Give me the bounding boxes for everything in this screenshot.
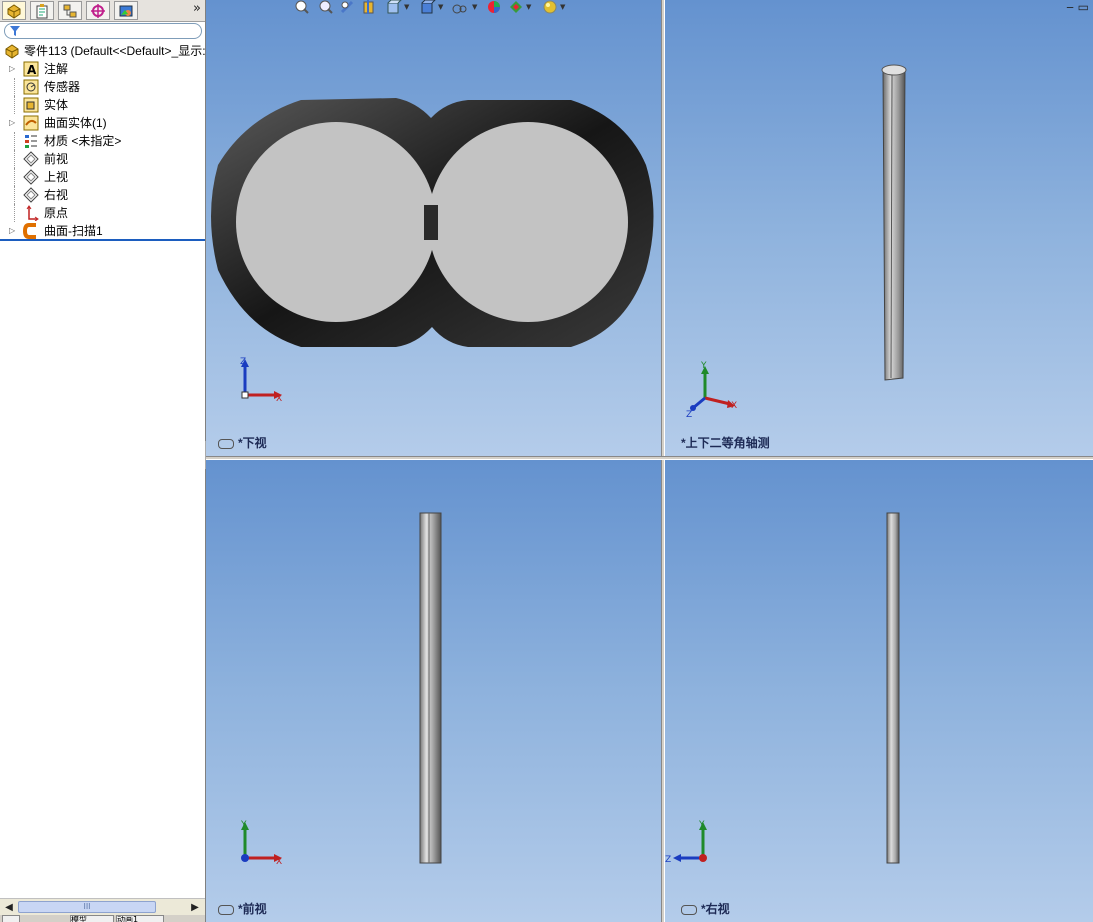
feature-manager-panel: » 零件113 (Default<<Default>_显示: ▷ A 注解 传感… [0, 0, 206, 922]
expand-arrow-icon[interactable]: ▷ [9, 60, 15, 78]
axis-triad: Y Z [665, 820, 707, 865]
scroll-thumb[interactable]: III [18, 901, 156, 913]
triad-right-label: X [731, 401, 737, 411]
tree-item-solid-bodies[interactable]: 实体 [0, 96, 205, 114]
tree-item-right-plane[interactable]: 右视 [0, 186, 205, 204]
property-icon [36, 4, 48, 19]
expand-arrow-icon[interactable]: ▷ [9, 114, 15, 132]
feature-filter-input[interactable] [4, 23, 202, 39]
tree-root-part[interactable]: 零件113 (Default<<Default>_显示: [0, 42, 206, 60]
plane-icon [23, 169, 39, 185]
right-view-model [886, 512, 900, 864]
feature-manager-tab[interactable] [2, 1, 26, 20]
viewport-label: *右视 [681, 900, 730, 917]
tree-item-sensors[interactable]: 传感器 [0, 78, 205, 96]
tab-animation[interactable]: 动画1 [116, 915, 164, 922]
link-views-icon[interactable] [218, 904, 234, 915]
triad-up-label: Y [698, 820, 705, 830]
viewport-bottom-view[interactable]: Z X *下视 ▼ ▼ ▼ ▼ ▼ [206, 0, 661, 456]
front-view-model [419, 512, 442, 864]
scroll-right-icon[interactable]: ▶ [188, 901, 202, 914]
axis-triad: Y X [240, 820, 282, 867]
isometric-view-model [881, 64, 907, 381]
axis-triad: Y X Z [686, 361, 737, 420]
viewport-right-view[interactable]: Y Z *右视 [665, 460, 1093, 922]
triad-right-label: X [276, 394, 282, 404]
section-view-icon[interactable] [362, 0, 378, 14]
tree-item-top-plane[interactable]: 上视 [0, 168, 205, 186]
display-manager-icon [119, 5, 133, 17]
display-style-icon[interactable] [420, 0, 436, 14]
viewport-label: *前视 [218, 900, 267, 917]
property-manager-tab[interactable] [30, 1, 54, 20]
dimxpert-manager-tab[interactable] [86, 1, 110, 20]
tree-item-label: 曲面-扫描1 [44, 224, 103, 238]
tree-item-label: 传感器 [44, 80, 81, 94]
annotations-icon: A [23, 61, 39, 77]
feature-manager-tabs: » [0, 0, 205, 22]
apply-scene-icon[interactable] [508, 0, 524, 14]
expand-arrow-icon[interactable]: ▷ [9, 222, 15, 240]
viewport-label: *上下二等角轴测 [681, 436, 770, 450]
surface-sweep-icon [23, 223, 36, 239]
viewport-front-view[interactable]: Y X *前视 [206, 460, 661, 922]
view-orientation-icon[interactable] [386, 0, 402, 14]
tab-nav[interactable] [2, 915, 20, 922]
triad-left-label: Z [665, 855, 671, 865]
view-settings-icon[interactable] [542, 0, 558, 14]
tree-item-label: 上视 [44, 170, 69, 184]
surface-bodies-icon [23, 115, 39, 131]
part-icon [7, 4, 21, 19]
filter-icon [10, 26, 20, 36]
triad-up-label: Y [240, 820, 247, 830]
solid-bodies-icon [23, 97, 39, 113]
scroll-left-icon[interactable]: ◀ [2, 901, 16, 914]
triad-left-label: Z [686, 410, 692, 420]
plane-icon [23, 187, 39, 203]
triad-right-label: X [276, 857, 282, 867]
display-manager-tab[interactable] [114, 1, 138, 20]
tree-item-surface-bodies[interactable]: ▷ 曲面实体(1) [0, 114, 205, 132]
triad-up-label: Z [240, 357, 246, 367]
tree-item-label: 前视 [44, 152, 69, 166]
tree-item-surface-sweep[interactable]: ▷ 曲面-扫描1 [0, 222, 205, 240]
svg-text:A: A [27, 63, 37, 77]
zoom-to-fit-icon[interactable] [294, 0, 310, 14]
viewport-isometric-view[interactable]: ‒ ▭ Y X Z *上下二等角轴测 [665, 0, 1093, 456]
edit-appearance-icon[interactable] [486, 0, 502, 14]
rollback-bar[interactable] [0, 239, 205, 241]
tree-item-label: 曲面实体(1) [44, 116, 107, 130]
sensors-icon [23, 79, 39, 95]
part-icon [5, 44, 19, 59]
previous-view-icon[interactable] [340, 0, 356, 14]
tree-item-origin[interactable]: 原点 [0, 204, 205, 222]
dimxpert-icon [91, 4, 105, 18]
tree-item-label: 注解 [44, 62, 69, 76]
zoom-area-icon[interactable] [318, 0, 334, 14]
tree-item-label: 原点 [44, 206, 69, 220]
triad-up-label: Y [700, 361, 707, 371]
link-views-icon[interactable] [218, 438, 234, 449]
tree-item-label: 右视 [44, 188, 69, 202]
viewport-label: *下视 [218, 434, 267, 451]
hide-show-items-icon[interactable] [452, 0, 468, 14]
expand-panel-icon[interactable]: » [193, 1, 201, 16]
bottom-tabs: 模型 动画1 [0, 915, 205, 922]
plane-icon [23, 151, 39, 167]
tree-item-label: 材质 <未指定> [44, 134, 122, 148]
bottom-view-model [211, 98, 654, 347]
configuration-manager-tab[interactable] [58, 1, 82, 20]
tree-item-front-plane[interactable]: 前视 [0, 150, 205, 168]
material-icon [25, 135, 37, 148]
tree-item-label: 实体 [44, 98, 69, 112]
origin-icon [26, 205, 39, 221]
tab-model[interactable]: 模型 [70, 915, 114, 922]
configuration-icon [63, 4, 77, 18]
axis-triad: Z X [240, 357, 282, 404]
tree-root-label: 零件113 (Default<<Default>_显示: [24, 44, 206, 58]
tree-item-annotations[interactable]: ▷ A 注解 [0, 60, 205, 78]
horizontal-scrollbar[interactable]: ◀ III ▶ [0, 898, 205, 916]
tree-item-material[interactable]: 材质 <未指定> [0, 132, 205, 150]
link-views-icon[interactable] [681, 904, 697, 915]
